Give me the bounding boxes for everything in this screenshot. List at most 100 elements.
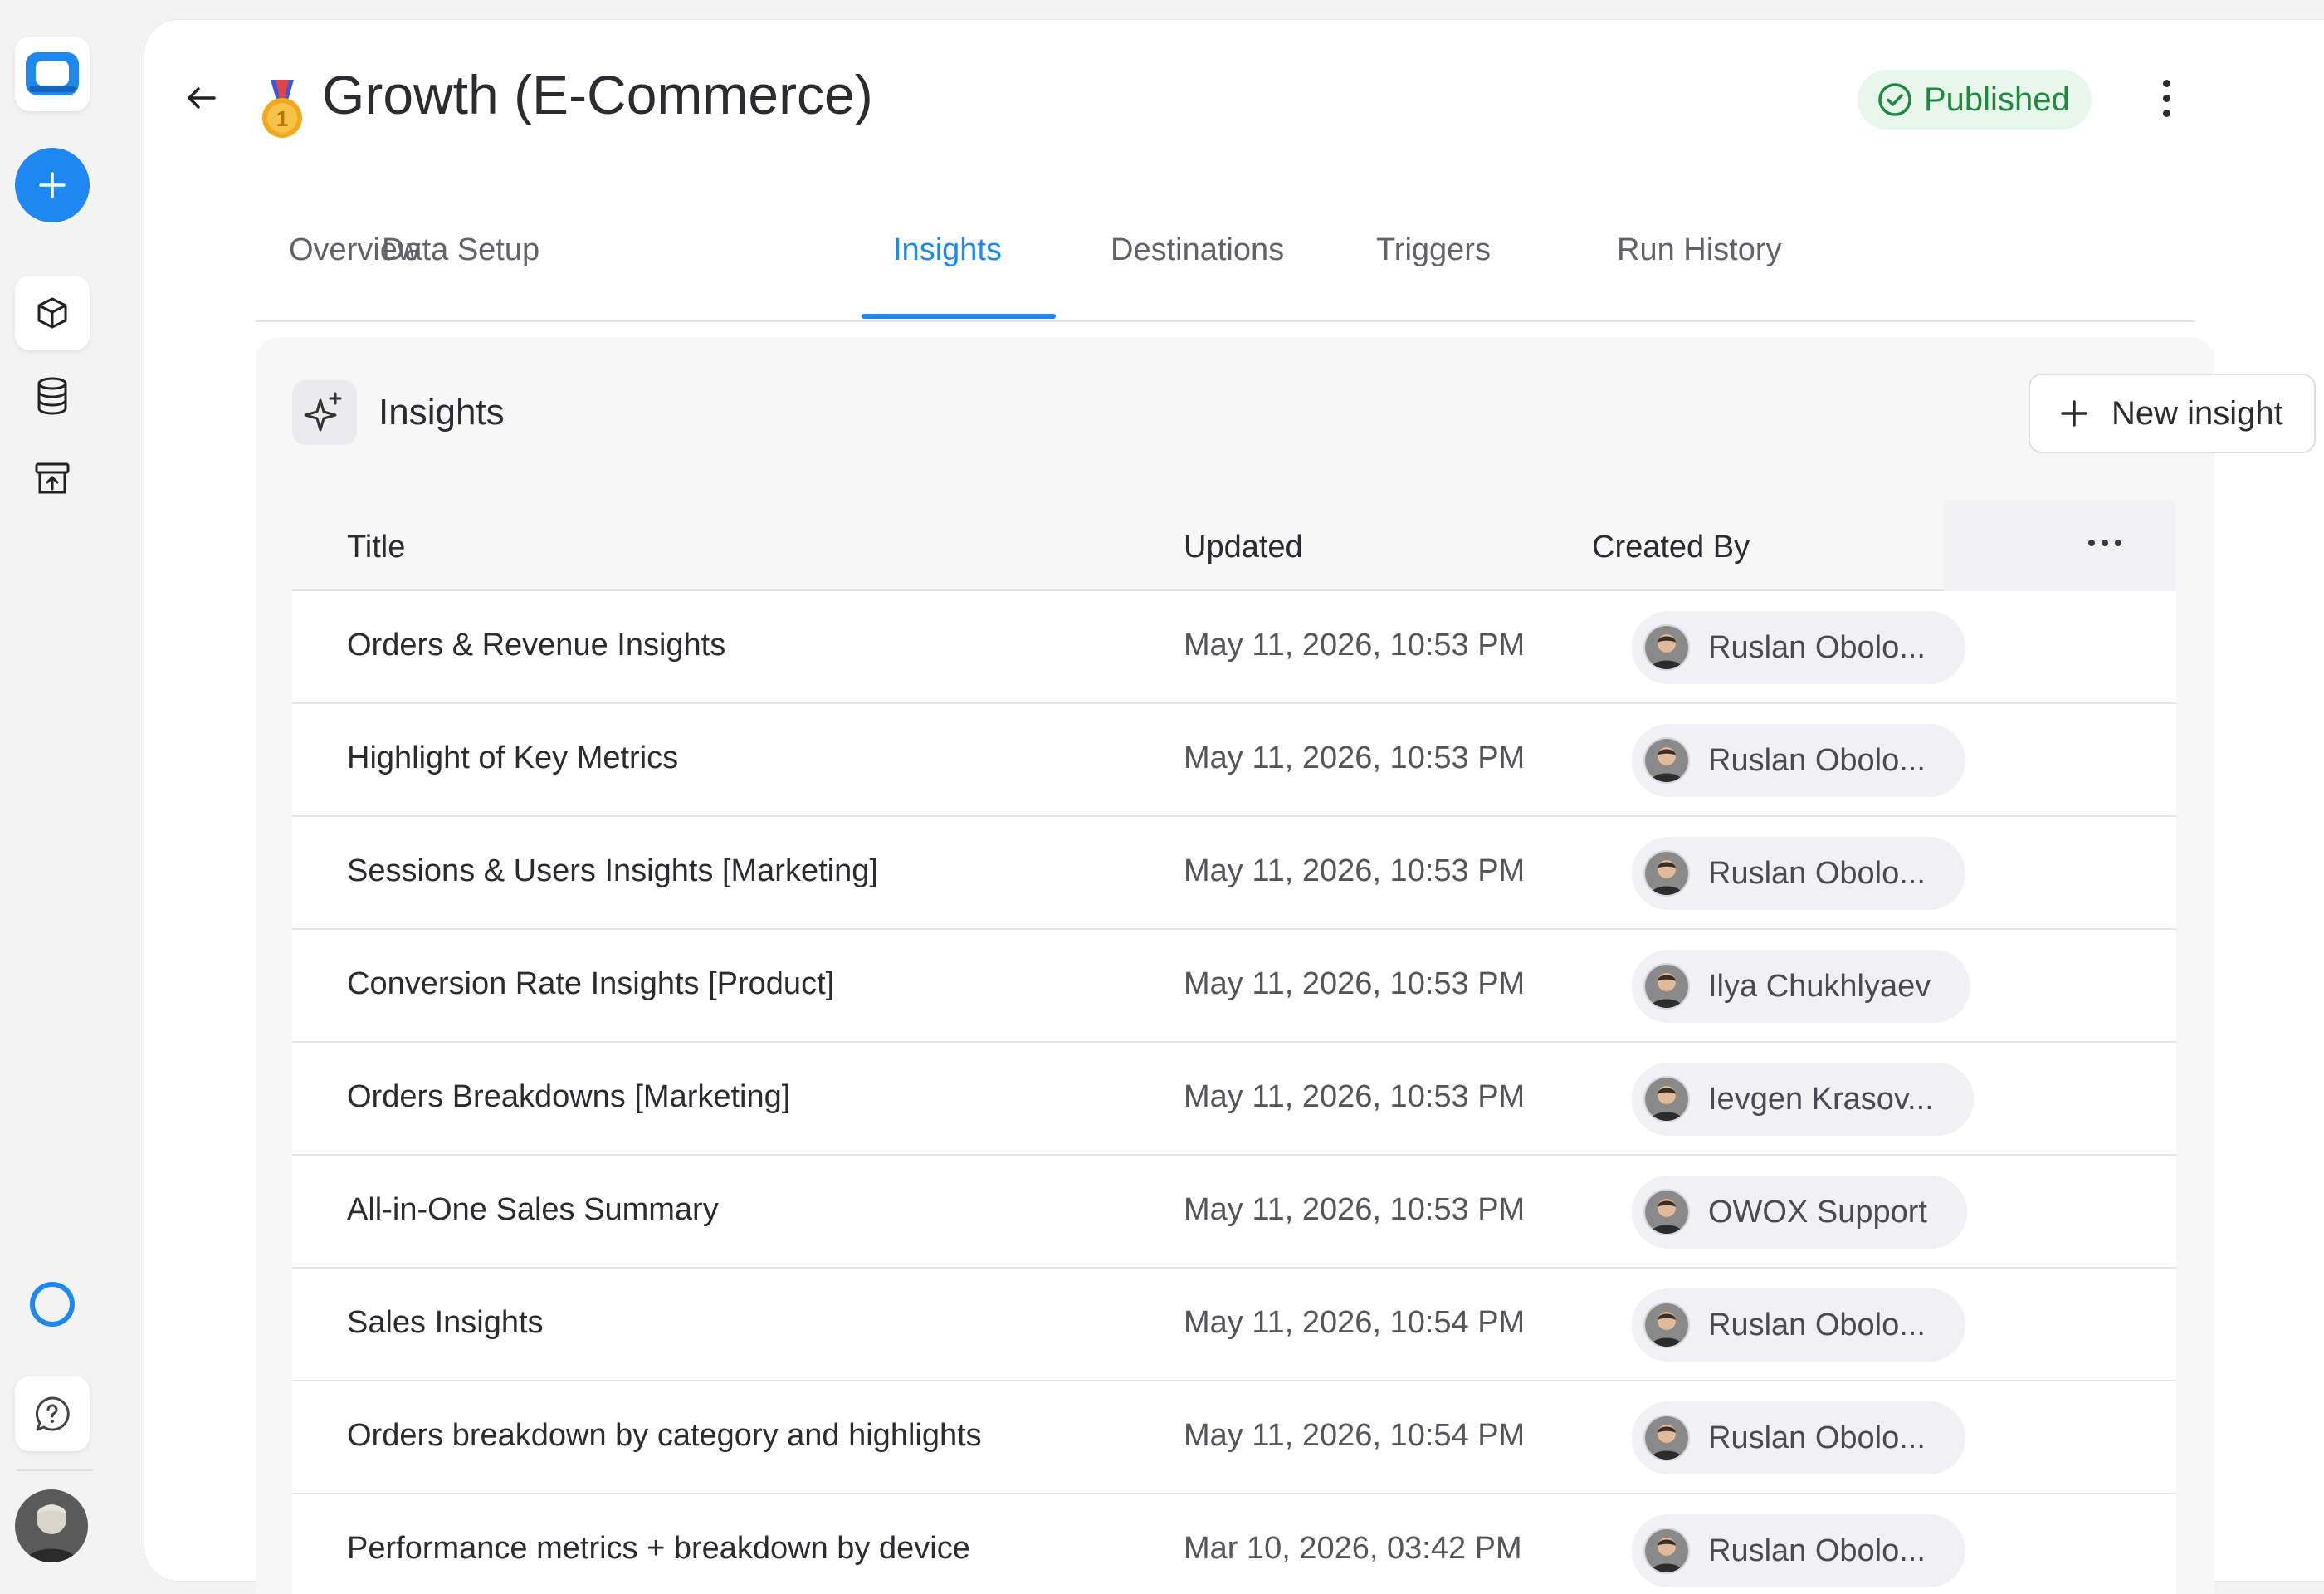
sidebar-item-storages[interactable] — [15, 359, 90, 433]
insight-title[interactable]: All-in-One Sales Summary — [347, 1192, 719, 1228]
insight-updated: May 11, 2026, 10:53 PM — [1184, 628, 1526, 663]
insight-updated: May 11, 2026, 10:54 PM — [1184, 1305, 1526, 1340]
create-new-button[interactable] — [15, 148, 90, 222]
creator-avatar — [1643, 1189, 1690, 1235]
new-insight-button[interactable]: New insight — [2029, 374, 2316, 453]
tab-data-setup[interactable]: Data Setup — [382, 232, 540, 268]
insight-updated: May 11, 2026, 10:53 PM — [1184, 1079, 1526, 1114]
creator-avatar — [1643, 850, 1690, 897]
creator-name: Ruslan Obolo... — [1708, 629, 1926, 665]
insight-updated: May 11, 2026, 10:53 PM — [1184, 853, 1526, 888]
tab-run-history[interactable]: Run History — [1617, 232, 1782, 268]
table-row[interactable]: Sessions & Users Insights [Marketing] Ma… — [292, 817, 2176, 930]
plus-icon — [2060, 399, 2088, 428]
creator-avatar — [1643, 624, 1690, 671]
creator-name: Ruslan Obolo... — [1708, 1307, 1926, 1342]
creator-name: Ilya Chukhlyaev — [1708, 968, 1931, 1004]
creator-name: Ruslan Obolo... — [1708, 1420, 1926, 1455]
column-header-title[interactable]: Title — [347, 530, 405, 565]
check-circle-icon — [1877, 82, 1912, 117]
insight-updated: May 11, 2026, 10:53 PM — [1184, 1192, 1526, 1227]
insight-updated: May 11, 2026, 10:54 PM — [1184, 1418, 1526, 1453]
status-ring-icon — [28, 1280, 76, 1328]
help-chat-icon — [33, 1395, 71, 1433]
more-options-icon[interactable] — [2145, 80, 2188, 154]
main-panel: 1 Growth (E-Commerce) Published Overview… — [144, 20, 2324, 1594]
creator-avatar — [1643, 1302, 1690, 1348]
help-button[interactable] — [15, 1376, 90, 1451]
sparkles-icon — [292, 380, 357, 445]
creator-avatar — [1643, 1415, 1690, 1461]
creator-chip: Ruslan Obolo... — [1632, 1288, 1965, 1362]
table-row[interactable]: Highlight of Key Metrics May 11, 2026, 1… — [292, 704, 2176, 817]
creator-chip: OWOX Support — [1632, 1176, 1967, 1249]
back-button[interactable] — [174, 71, 227, 125]
table-row[interactable]: All-in-One Sales Summary May 11, 2026, 1… — [292, 1156, 2176, 1269]
column-options-icon[interactable] — [2080, 526, 2130, 560]
creator-avatar — [1643, 1076, 1690, 1122]
sidebar-item-data-marts[interactable] — [15, 276, 90, 350]
insight-updated: Mar 10, 2026, 03:42 PM — [1184, 1531, 1522, 1566]
user-avatar[interactable] — [15, 1489, 88, 1562]
creator-name: Ievgen Krasov... — [1708, 1081, 1934, 1117]
svg-text:1: 1 — [276, 106, 288, 131]
archive-upload-icon — [34, 461, 71, 497]
insights-card-title: Insights — [378, 392, 505, 433]
tab-insights[interactable]: Insights — [893, 232, 1002, 268]
page-title: Growth (E-Commerce) — [322, 64, 873, 125]
creator-avatar — [1643, 1528, 1690, 1574]
creator-name: Ruslan Obolo... — [1708, 1533, 1926, 1568]
creator-avatar — [1643, 963, 1690, 1010]
arrow-left-icon — [186, 86, 216, 110]
app-logo-icon — [26, 52, 79, 95]
sidebar-item-destinations[interactable] — [15, 442, 90, 516]
creator-avatar — [1643, 737, 1690, 784]
creator-chip: Ruslan Obolo... — [1632, 1514, 1965, 1587]
database-icon — [35, 377, 70, 415]
new-insight-label: New insight — [2112, 394, 2283, 432]
creator-chip: Ruslan Obolo... — [1632, 611, 1965, 684]
table-row[interactable]: Sales Insights May 11, 2026, 10:54 PM Ru… — [292, 1269, 2176, 1381]
insights-table-body: Orders & Revenue Insights May 11, 2026, … — [292, 591, 2176, 1594]
table-row[interactable]: Orders breakdown by category and highlig… — [292, 1381, 2176, 1494]
plus-icon — [38, 171, 66, 199]
creator-chip: Ruslan Obolo... — [1632, 724, 1965, 797]
insight-title[interactable]: Performance metrics + breakdown by devic… — [347, 1531, 970, 1567]
table-row[interactable]: Orders Breakdowns [Marketing] May 11, 20… — [292, 1043, 2176, 1156]
actions-column-header — [1944, 500, 2176, 591]
creator-name: Ruslan Obolo... — [1708, 742, 1926, 778]
status-badge[interactable]: Published — [1858, 70, 2092, 130]
app-logo-button[interactable] — [15, 37, 90, 111]
cube-icon — [35, 296, 70, 330]
table-row[interactable]: Conversion Rate Insights [Product] May 1… — [292, 930, 2176, 1043]
creator-chip: Ruslan Obolo... — [1632, 1401, 1965, 1474]
medal-icon: 1 — [256, 60, 309, 143]
insight-title[interactable]: Orders breakdown by category and highlig… — [347, 1418, 982, 1454]
rail-divider — [17, 1469, 93, 1471]
creator-chip: Ilya Chukhlyaev — [1632, 950, 1971, 1023]
insight-title[interactable]: Orders Breakdowns [Marketing] — [347, 1079, 790, 1115]
insight-title[interactable]: Orders & Revenue Insights — [347, 628, 725, 663]
active-tab-indicator — [862, 314, 1056, 319]
tab-destinations[interactable]: Destinations — [1111, 232, 1284, 268]
status-indicator[interactable] — [15, 1267, 90, 1342]
tab-bar: Overview Data Setup Insights Destination… — [256, 209, 2195, 322]
left-rail — [0, 0, 143, 1594]
creator-chip: Ievgen Krasov... — [1632, 1063, 1974, 1136]
insight-updated: May 11, 2026, 10:53 PM — [1184, 966, 1526, 1001]
status-badge-label: Published — [1924, 81, 2070, 118]
insight-title[interactable]: Conversion Rate Insights [Product] — [347, 966, 834, 1002]
tab-triggers[interactable]: Triggers — [1376, 232, 1491, 268]
insight-title[interactable]: Sessions & Users Insights [Marketing] — [347, 853, 878, 889]
insight-updated: May 11, 2026, 10:53 PM — [1184, 741, 1526, 775]
creator-name: OWOX Support — [1708, 1194, 1927, 1230]
table-row[interactable]: Performance metrics + breakdown by devic… — [292, 1494, 2176, 1594]
creator-chip: Ruslan Obolo... — [1632, 837, 1965, 910]
table-header: Title Updated Created By — [292, 500, 2176, 591]
column-header-updated[interactable]: Updated — [1184, 530, 1303, 565]
column-header-created-by[interactable]: Created By — [1592, 530, 1750, 565]
insight-title[interactable]: Sales Insights — [347, 1305, 544, 1341]
insights-card: Insights New insight Title Updated Creat… — [256, 337, 2316, 1594]
table-row[interactable]: Orders & Revenue Insights May 11, 2026, … — [292, 591, 2176, 704]
insight-title[interactable]: Highlight of Key Metrics — [347, 741, 678, 776]
